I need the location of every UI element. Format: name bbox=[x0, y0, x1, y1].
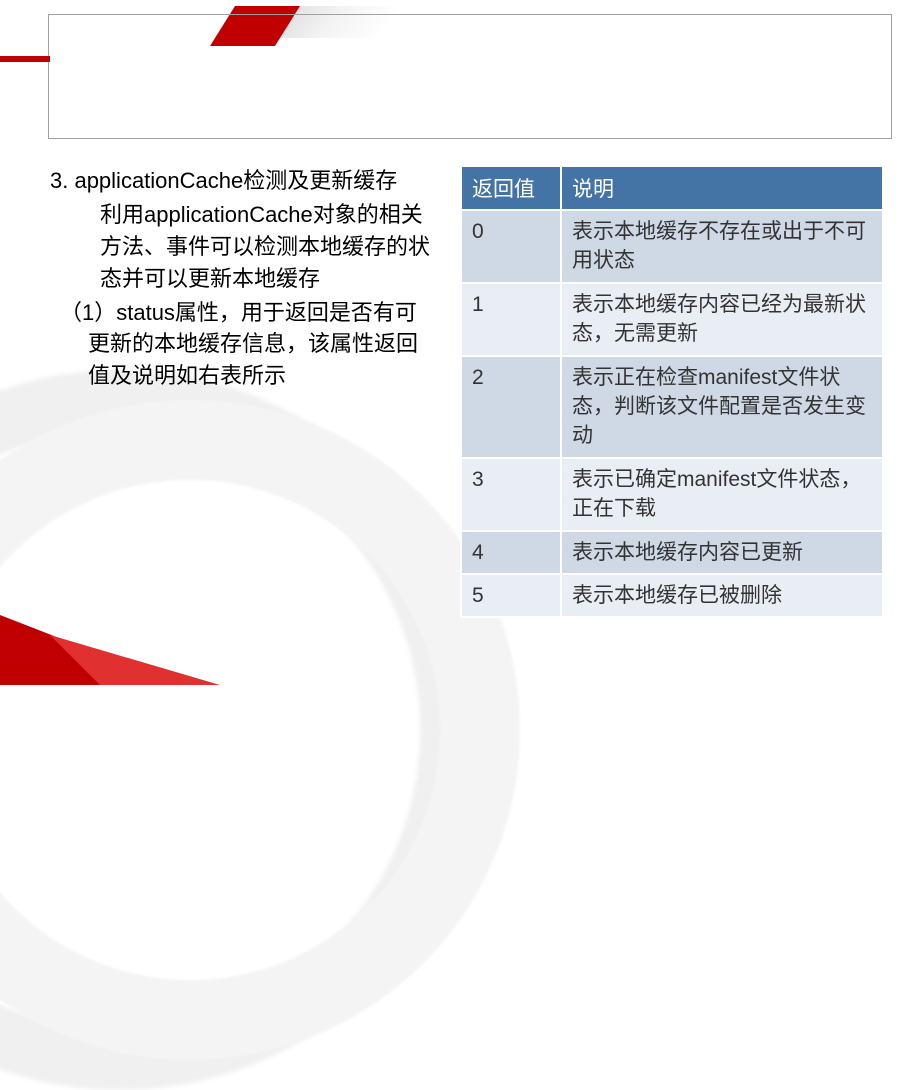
cell-value: 3 bbox=[461, 458, 561, 531]
bottom-red-accent bbox=[0, 615, 220, 690]
cell-value: 5 bbox=[461, 574, 561, 617]
cell-value: 1 bbox=[461, 283, 561, 356]
sub-item: （1）status属性，用于返回是否有可更新的本地缓存信息，该属性返回值及说明如… bbox=[60, 297, 430, 393]
section-description: 利用applicationCache对象的相关方法、事件可以检测本地缓存的状态并… bbox=[100, 199, 430, 295]
cell-desc: 表示本地缓存不存在或出于不可用状态 bbox=[561, 210, 883, 283]
content-area: 3. applicationCache检测及更新缓存 利用application… bbox=[50, 165, 884, 618]
cell-desc: 表示本地缓存内容已更新 bbox=[561, 531, 883, 574]
table-row: 3 表示已确定manifest文件状态，正在下载 bbox=[461, 458, 883, 531]
cell-value: 0 bbox=[461, 210, 561, 283]
cell-desc: 表示正在检查manifest文件状态，判断该文件配置是否发生变动 bbox=[561, 356, 883, 458]
table-row: 5 表示本地缓存已被删除 bbox=[461, 574, 883, 617]
top-red-bar bbox=[0, 56, 50, 62]
cell-desc: 表示已确定manifest文件状态，正在下载 bbox=[561, 458, 883, 531]
title-frame bbox=[48, 14, 892, 139]
header-return-value: 返回值 bbox=[461, 166, 561, 210]
text-content: 3. applicationCache检测及更新缓存 利用application… bbox=[50, 165, 430, 618]
section-heading: 3. applicationCache检测及更新缓存 bbox=[76, 165, 430, 197]
cell-value: 4 bbox=[461, 531, 561, 574]
cell-value: 2 bbox=[461, 356, 561, 458]
table-row: 4 表示本地缓存内容已更新 bbox=[461, 531, 883, 574]
table-row: 0 表示本地缓存不存在或出于不可用状态 bbox=[461, 210, 883, 283]
status-table: 返回值 说明 0 表示本地缓存不存在或出于不可用状态 1 表示本地缓存内容已经为… bbox=[460, 165, 884, 618]
cell-desc: 表示本地缓存已被删除 bbox=[561, 574, 883, 617]
header-description: 说明 bbox=[561, 166, 883, 210]
table-row: 1 表示本地缓存内容已经为最新状态，无需更新 bbox=[461, 283, 883, 356]
table-header-row: 返回值 说明 bbox=[461, 166, 883, 210]
cell-desc: 表示本地缓存内容已经为最新状态，无需更新 bbox=[561, 283, 883, 356]
table-row: 2 表示正在检查manifest文件状态，判断该文件配置是否发生变动 bbox=[461, 356, 883, 458]
